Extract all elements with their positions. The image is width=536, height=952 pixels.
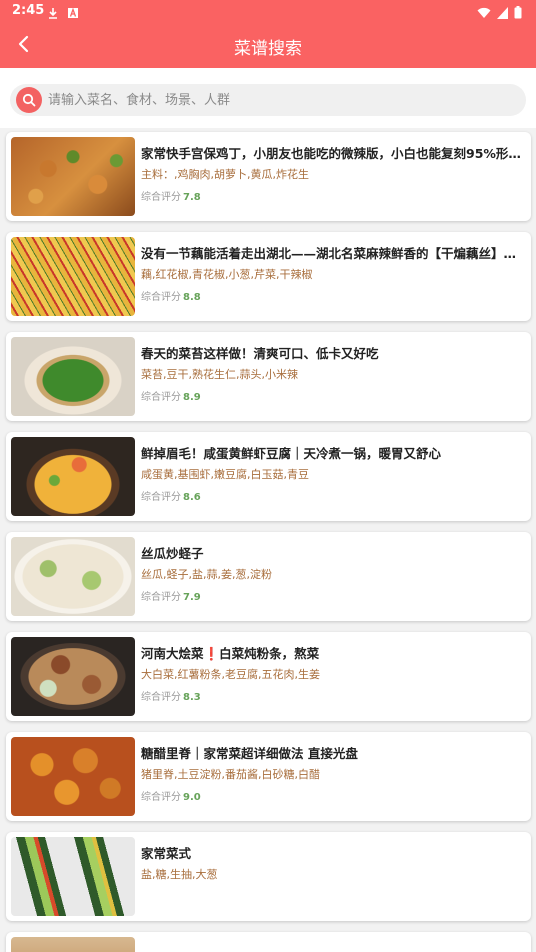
recipe-thumbnail <box>11 837 135 916</box>
status-right <box>477 4 522 23</box>
search-box[interactable] <box>10 84 526 116</box>
recipe-title: 家常快手宫保鸡丁，小朋友也能吃的微辣版，小白也能复刻95%形… <box>141 146 521 161</box>
font-a-icon <box>67 4 79 18</box>
recipe-title: 河南大烩菜❗白菜炖粉条，熬菜 <box>141 646 320 661</box>
status-time: 2:45 <box>12 3 45 18</box>
recipe-thumbnail <box>11 437 135 516</box>
status-bar: 2:45 <box>0 0 536 22</box>
recipe-ingredients: 丝瓜,蛏子,盐,蒜,姜,葱,淀粉 <box>141 568 272 581</box>
recipe-score: 综合评分 7.9 <box>141 592 201 603</box>
recipe-thumbnail <box>11 537 135 616</box>
recipe-card[interactable]: 家常菜式 盐,糖,生抽,大葱 <box>6 832 531 921</box>
battery-icon <box>514 4 522 23</box>
recipe-score: 综合评分 9.0 <box>141 792 201 803</box>
recipe-card[interactable]: 没有一节藕能活着走出湖北——湖北名菜麻辣鲜香的【干煸藕丝】【… 藕,红花椒,青花… <box>6 232 531 321</box>
app-bar: 2:45 菜谱搜索 <box>0 0 536 68</box>
recipe-ingredients: 大白菜,红薯粉条,老豆腐,五花肉,生姜 <box>141 668 320 681</box>
recipe-thumbnail <box>11 337 135 416</box>
recipe-card[interactable]: 鲜掉眉毛！咸蛋黄鲜虾豆腐｜天冷煮一锅，暖胃又舒心 咸蛋黄,基围虾,嫩豆腐,白玉菇… <box>6 432 531 521</box>
recipe-thumbnail <box>11 737 135 816</box>
recipe-ingredients: 猪里脊,土豆淀粉,番茄酱,白砂糖,白醋 <box>141 768 320 781</box>
recipe-thumbnail <box>11 137 135 216</box>
recipe-score: 综合评分 8.8 <box>141 292 201 303</box>
recipe-card[interactable]: 糖醋里脊｜家常菜超详细做法 直接光盘 猪里脊,土豆淀粉,番茄酱,白砂糖,白醋 综… <box>6 732 531 821</box>
recipe-title: 糖醋里脊｜家常菜超详细做法 直接光盘 <box>141 746 358 761</box>
recipe-title: 丝瓜炒蛏子 <box>141 546 204 561</box>
recipe-thumbnail <box>11 937 135 952</box>
recipe-thumbnail <box>11 637 135 716</box>
recipe-ingredients: 藕,红花椒,青花椒,小葱,芹菜,干辣椒 <box>141 268 313 281</box>
recipe-card[interactable]: 家常快手宫保鸡丁，小朋友也能吃的微辣版，小白也能复刻95%形… 主料：,鸡胸肉,… <box>6 132 531 221</box>
recipe-score: 综合评分 7.8 <box>141 192 201 203</box>
recipe-thumbnail <box>11 237 135 316</box>
recipe-card[interactable]: 丝瓜炒蛏子 丝瓜,蛏子,盐,蒜,姜,葱,淀粉 综合评分 7.9 <box>6 532 531 621</box>
search-bar <box>0 68 536 128</box>
recipe-title: 春天的菜苔这样做！清爽可口、低卡又好吃 <box>141 346 379 361</box>
page-title: 菜谱搜索 <box>234 39 302 59</box>
search-input[interactable] <box>48 84 518 116</box>
download-icon <box>47 4 59 19</box>
search-icon[interactable] <box>16 87 42 113</box>
recipe-card[interactable] <box>6 932 531 952</box>
recipe-ingredients: 菜苔,豆干,熟花生仁,蒜头,小米辣 <box>141 368 298 381</box>
recipe-card[interactable]: 河南大烩菜❗白菜炖粉条，熬菜 大白菜,红薯粉条,老豆腐,五花肉,生姜 综合评分 8… <box>6 632 531 721</box>
wifi-icon <box>477 4 491 23</box>
recipe-card[interactable]: 春天的菜苔这样做！清爽可口、低卡又好吃 菜苔,豆干,熟花生仁,蒜头,小米辣 综合… <box>6 332 531 421</box>
recipe-ingredients: 主料：,鸡胸肉,胡萝卜,黄瓜,炸花生 <box>141 168 309 181</box>
recipe-ingredients: 盐,糖,生抽,大葱 <box>141 868 218 881</box>
recipe-ingredients: 咸蛋黄,基围虾,嫩豆腐,白玉菇,青豆 <box>141 468 309 481</box>
recipe-title: 鲜掉眉毛！咸蛋黄鲜虾豆腐｜天冷煮一锅，暖胃又舒心 <box>141 446 442 461</box>
recipe-title: 家常菜式 <box>141 846 192 861</box>
signal-icon <box>497 4 508 23</box>
recipe-title: 没有一节藕能活着走出湖北——湖北名菜麻辣鲜香的【干煸藕丝】【… <box>141 246 521 261</box>
recipe-score: 综合评分 8.3 <box>141 692 201 703</box>
recipe-score: 综合评分 8.9 <box>141 392 201 403</box>
recipe-score: 综合评分 8.6 <box>141 492 201 503</box>
